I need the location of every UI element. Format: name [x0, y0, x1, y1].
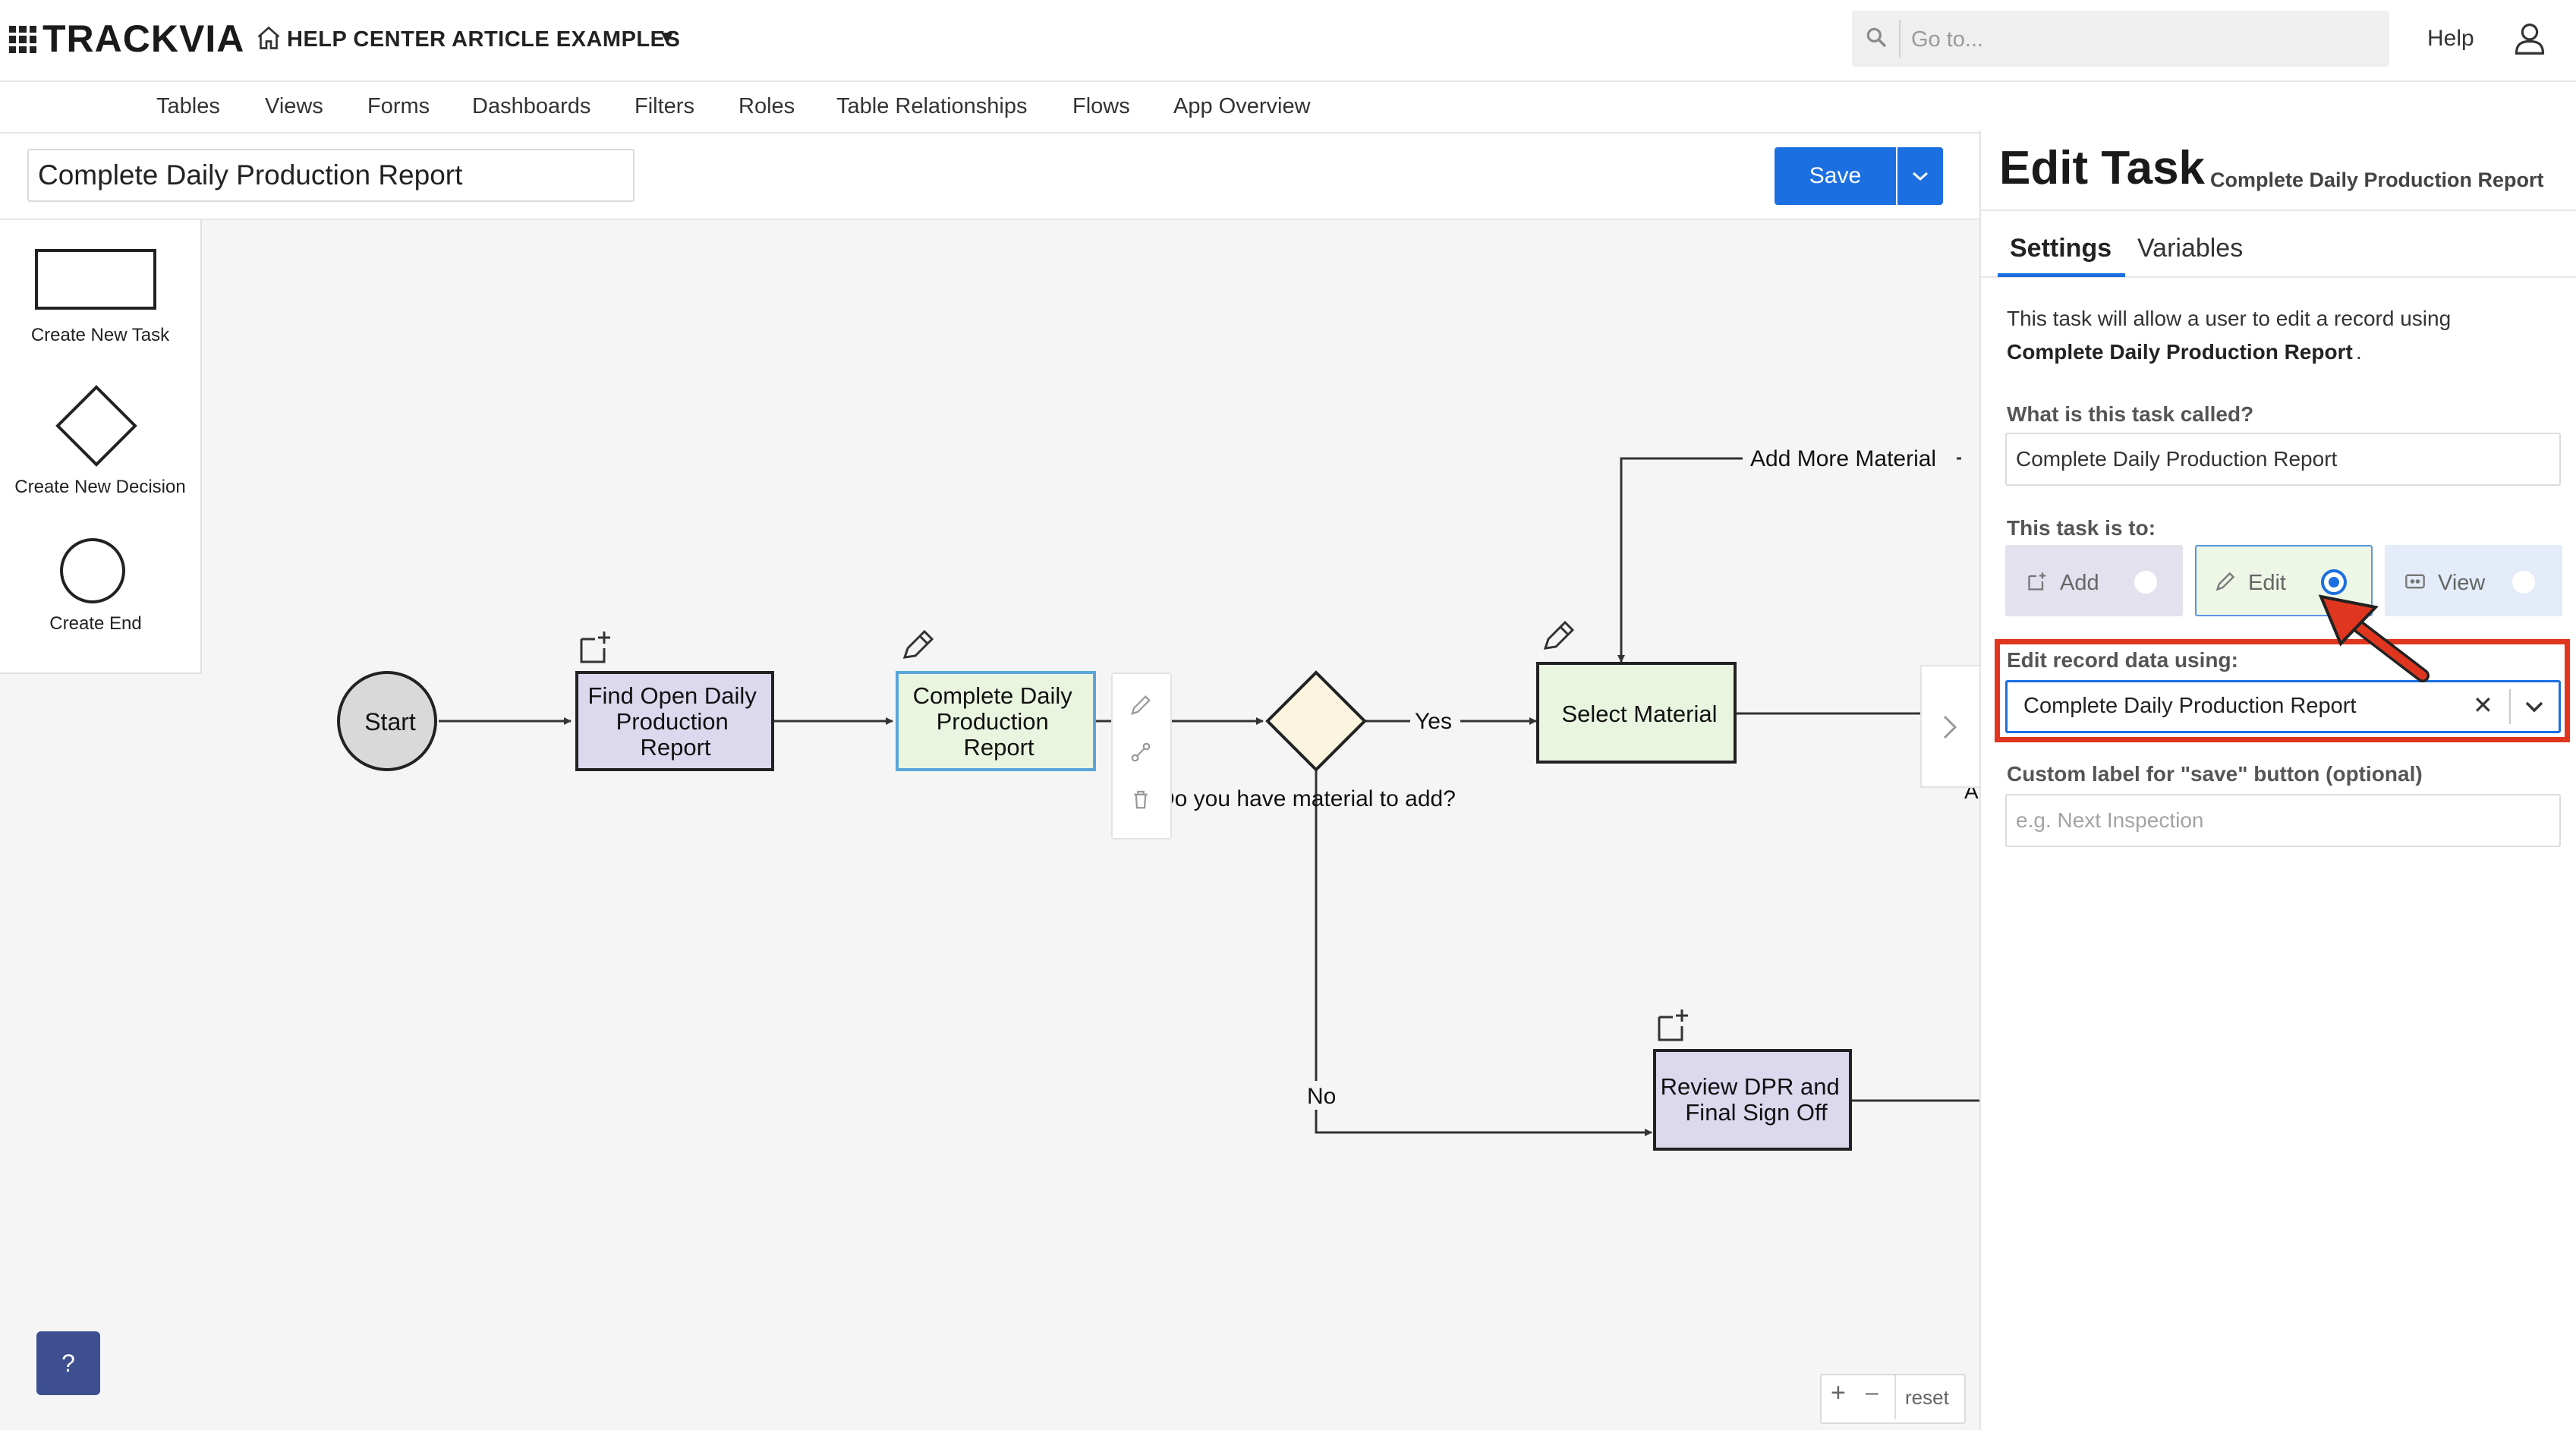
edge-loop	[1617, 457, 1743, 663]
flow-diagram: Start Find Open Daily Production Report …	[337, 446, 1979, 1151]
trash-icon[interactable]	[1129, 788, 1152, 811]
create-decision-label[interactable]: Create New Decision	[0, 477, 200, 498]
svg-text:Review DPR and Final Sign: Review DPR and Final Sign Off	[1661, 1073, 1847, 1126]
panel-subtitle: Complete Daily Production Report	[2210, 169, 2544, 191]
task-complete-line2: Production	[937, 708, 1049, 735]
edge-no-b	[1315, 1110, 1652, 1136]
task-select-label: Select Material	[1561, 701, 1717, 727]
task-description-end: .	[2356, 340, 2362, 364]
zoom-in-button[interactable]: +	[1831, 1378, 1846, 1408]
decision-node	[1265, 670, 1367, 772]
task-find-line2: Production	[616, 708, 729, 735]
rectangle-icon[interactable]	[35, 249, 156, 310]
task-add-icon	[1658, 1010, 1688, 1041]
user-icon[interactable]	[2514, 21, 2546, 56]
task-add-icon	[580, 632, 610, 663]
panel-divider	[1981, 209, 2576, 211]
annotation-arrow-icon	[2318, 594, 2430, 682]
task-type-add-label: Add	[2060, 571, 2099, 595]
pencil-icon	[902, 629, 934, 659]
task-description-table: Complete Daily Production Report	[2007, 340, 2353, 364]
tab-settings[interactable]: Settings	[2010, 234, 2112, 263]
edge-add-more-label: Add More Material	[1750, 446, 1936, 471]
highlight-box	[1995, 639, 2570, 742]
active-tab-indicator	[1998, 273, 2125, 277]
panel-title: Edit Task	[1999, 142, 2206, 194]
task-description: This task will allow a user to edit a re…	[2007, 307, 2452, 330]
task-complete-line1: Complete Daily	[913, 682, 1073, 709]
task-find-line1: Find Open Daily	[588, 682, 757, 709]
tab-variables[interactable]: Variables	[2137, 234, 2243, 263]
chevron-right-icon	[1943, 715, 1957, 739]
task-type-view-label: View	[2438, 571, 2486, 595]
task-type-edit-label: Edit	[2248, 571, 2286, 595]
save-label-field[interactable]	[2005, 794, 2561, 847]
pencil-icon	[1543, 620, 1575, 650]
create-task-label[interactable]: Create New Task	[0, 325, 200, 346]
diamond-icon[interactable]	[55, 384, 138, 468]
expand-canvas-button[interactable]	[1920, 665, 1981, 788]
edge-yes-label: Yes	[1415, 709, 1452, 734]
task-find-line3: Report	[640, 734, 710, 761]
task-review-line1: Review DPR and	[1661, 1073, 1840, 1100]
task-name-label: What is this task called?	[2007, 402, 2254, 426]
create-end-label[interactable]: Create End	[0, 613, 196, 635]
add-record-icon	[2028, 572, 2046, 591]
connect-node-icon[interactable]	[1129, 741, 1152, 764]
task-type-add-radio[interactable]	[2133, 569, 2159, 595]
help-link[interactable]: Help	[2427, 26, 2474, 52]
circle-icon[interactable]	[58, 536, 128, 606]
node-toolbar	[1111, 672, 1172, 839]
help-button[interactable]: ?	[36, 1331, 100, 1395]
task-review-line2: Final Sign Off	[1685, 1099, 1828, 1126]
start-label: Start	[364, 708, 416, 735]
edit-node-icon[interactable]	[1129, 694, 1152, 717]
task-name-field[interactable]	[2005, 433, 2561, 486]
task-complete-line3: Report	[963, 734, 1034, 761]
zoom-out-button[interactable]: –	[1866, 1380, 1878, 1406]
edge-no-label: No	[1307, 1084, 1336, 1109]
pencil-icon	[2215, 572, 2235, 591]
decision-label: Do you have material to add?	[1158, 786, 1456, 811]
search-input[interactable]	[1910, 18, 2383, 61]
save-label-label: Custom label for "save" button (optional…	[2007, 762, 2423, 786]
zoom-separator	[1894, 1375, 1896, 1419]
task-type-label: This task is to:	[2007, 516, 2156, 540]
task-type-view-radio[interactable]	[2511, 569, 2537, 595]
zoom-reset-button[interactable]: reset	[1905, 1386, 1949, 1410]
